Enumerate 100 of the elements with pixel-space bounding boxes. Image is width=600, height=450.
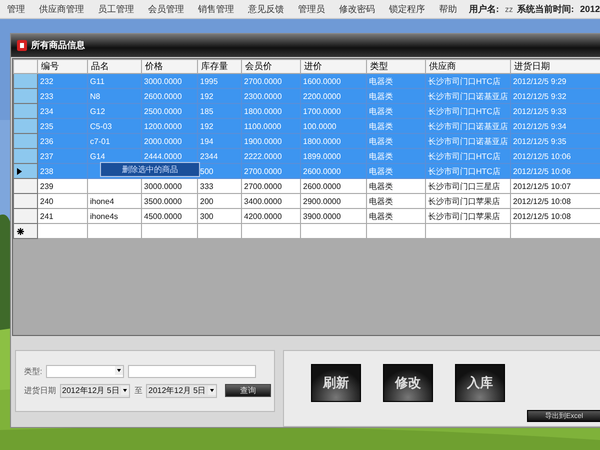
- column-header[interactable]: 进价: [300, 60, 366, 74]
- table-cell: 长沙市司门口苹果店: [426, 194, 510, 209]
- table-cell: 4200.0000: [242, 208, 300, 224]
- table-cell: 2000.0000: [142, 134, 198, 149]
- table-cell: 长沙市司门口HTC店: [426, 164, 510, 179]
- table-cell: 2012/12/5 10:06: [510, 148, 600, 164]
- caret-icon: [115, 366, 124, 374]
- menu-item[interactable]: 管理员: [291, 2, 332, 16]
- table-cell: 1995: [198, 74, 242, 89]
- table-cell: 2222.0000: [242, 148, 300, 164]
- table-cell: 235: [38, 118, 88, 134]
- column-header[interactable]: 价格: [142, 60, 198, 74]
- table-cell: 237: [38, 148, 88, 164]
- table-cell: 1600.0000: [300, 74, 366, 89]
- clock-value: 2012: [580, 4, 600, 14]
- date-picker[interactable]: 2012年12月 5日: [146, 384, 217, 398]
- table-cell: ihone4s: [88, 208, 142, 224]
- column-header[interactable]: 库存量: [198, 60, 242, 74]
- table-cell: c7-01: [88, 134, 142, 149]
- column-header[interactable]: 进货日期: [510, 60, 600, 74]
- table-cell: 1200.0000: [142, 118, 198, 134]
- action-button[interactable]: 刷新: [311, 364, 361, 402]
- row-header[interactable]: [14, 164, 38, 179]
- table-cell: 2012/12/5 10:06: [510, 164, 600, 179]
- menu-item[interactable]: 锁定程序: [382, 2, 432, 16]
- table-cell: 2012/12/5 9:32: [510, 88, 600, 104]
- menu-item[interactable]: 意见反馈: [241, 2, 291, 16]
- table-cell: 2012/12/5 9:34: [510, 118, 600, 134]
- table-cell: N8: [88, 88, 142, 104]
- clock-label: 系统当前时间:: [516, 2, 574, 16]
- table-cell: 2344: [198, 148, 242, 164]
- table-cell: 2500.0000: [142, 104, 198, 119]
- table-cell: 1700.0000: [300, 104, 366, 119]
- table-cell: 234: [38, 104, 88, 119]
- date-label: 进货日期: [24, 385, 56, 396]
- table-cell: 2600.0000: [300, 164, 366, 179]
- table-cell: 电器类: [366, 208, 426, 224]
- column-header[interactable]: 编号: [38, 60, 88, 74]
- table-cell: 241: [38, 208, 88, 224]
- table-cell: 232: [38, 74, 88, 89]
- user-label: 用户名:: [468, 2, 499, 16]
- menu-item[interactable]: 修改密码: [332, 2, 382, 16]
- column-header[interactable]: 类型: [366, 60, 426, 74]
- caret-icon: [208, 386, 216, 395]
- context-menu-item[interactable]: 删除选中的商品: [100, 162, 200, 178]
- table-cell: G12: [88, 104, 142, 119]
- table-cell: 2012/12/5 10:08: [510, 194, 600, 209]
- table-cell: 200: [198, 194, 242, 209]
- table-cell: 239: [38, 178, 88, 194]
- menu-item[interactable]: 销售管理: [191, 2, 241, 16]
- table-cell: 长沙市司门口HTC店: [426, 104, 510, 119]
- table-cell: 300: [198, 208, 242, 224]
- table-cell: 3000.0000: [142, 74, 198, 89]
- table-cell: 电器类: [366, 118, 426, 134]
- table-cell: 电器类: [366, 148, 426, 164]
- table-cell: 2700.0000: [242, 178, 300, 194]
- table-cell: 长沙市司门口诺基亚店: [426, 134, 510, 149]
- input-field[interactable]: [128, 364, 256, 378]
- table-cell: 电器类: [366, 88, 426, 104]
- action-button[interactable]: 入库: [455, 364, 505, 402]
- table-cell: 电器类: [366, 104, 426, 119]
- table-cell: 长沙市司门口苹果店: [426, 208, 510, 224]
- caret-icon: [121, 386, 130, 395]
- table-cell: G11: [88, 74, 142, 89]
- table-cell: 电器类: [366, 74, 426, 89]
- table-cell: 2600.0000: [142, 88, 198, 104]
- type-dropdown[interactable]: [46, 364, 124, 378]
- column-header[interactable]: 供应商: [426, 60, 510, 74]
- table-cell: 2700.0000: [242, 164, 300, 179]
- table-cell: 3500.0000: [142, 194, 198, 209]
- current-row-icon: [17, 168, 23, 175]
- column-header[interactable]: 会员价: [242, 60, 300, 74]
- row-header[interactable]: [14, 224, 38, 239]
- table-cell: 2012/12/5 9:35: [510, 134, 600, 149]
- table-cell: 长沙市司门口HTC店: [426, 74, 510, 89]
- menu-item[interactable]: 帮助: [432, 2, 464, 16]
- menu-item[interactable]: 会员管理: [141, 2, 191, 16]
- menu-item[interactable]: 员工管理: [91, 2, 141, 16]
- search-button[interactable]: 查询: [224, 384, 271, 397]
- app-icon: [17, 40, 27, 52]
- menu-item[interactable]: 供应商管理: [32, 2, 91, 16]
- table-cell: 2700.0000: [242, 74, 300, 89]
- table-cell: 电器类: [366, 134, 426, 149]
- column-header[interactable]: 品名: [88, 60, 142, 74]
- menu-item[interactable]: 管理: [0, 2, 32, 16]
- table-cell: 185: [198, 104, 242, 119]
- table-cell: 电器类: [366, 194, 426, 209]
- action-button[interactable]: 修改: [383, 364, 433, 402]
- date-picker[interactable]: 2012年12月 5日: [60, 384, 130, 398]
- table-cell: 3000.0000: [142, 178, 198, 194]
- table-cell: 1899.0000: [300, 148, 366, 164]
- to-label: 至: [134, 385, 142, 396]
- table-cell: 长沙市司门口三星店: [426, 178, 510, 194]
- table-cell: 1800.0000: [242, 104, 300, 119]
- table-cell: 长沙市司门口诺基亚店: [426, 88, 510, 104]
- table-cell: 2012/12/5 10:07: [510, 178, 600, 194]
- table-cell: 1800.0000: [300, 134, 366, 149]
- table-cell: 192: [198, 118, 242, 134]
- table-cell: 233: [38, 88, 88, 104]
- table-cell: 2300.0000: [242, 88, 300, 104]
